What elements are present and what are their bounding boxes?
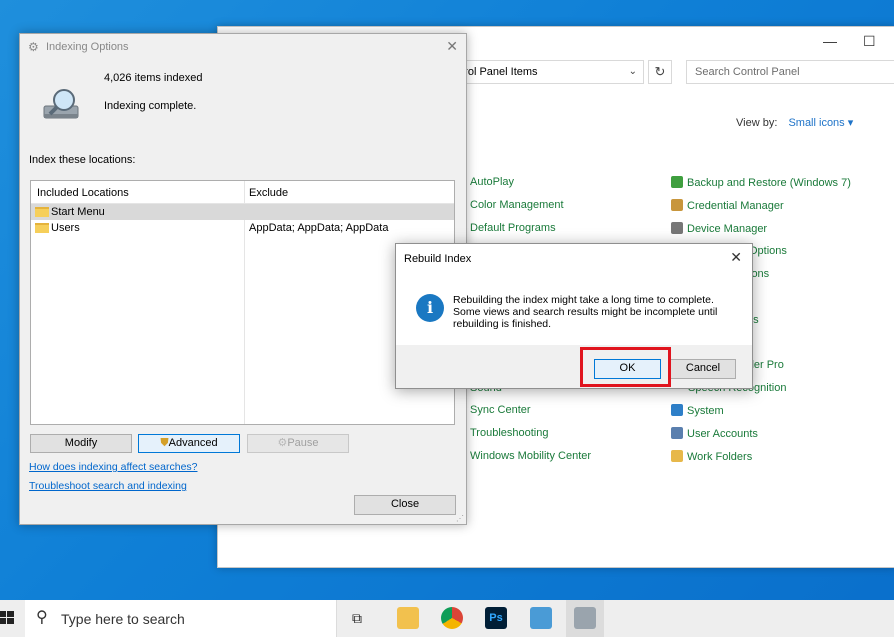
chevron-down-icon[interactable]: ⌄ — [629, 66, 637, 77]
indexing-icon: ⚙ — [28, 40, 39, 54]
control-panel-icon[interactable] — [530, 607, 552, 629]
address-bar[interactable]: ntrol Panel Items ⌄ — [448, 60, 644, 84]
view-by: View by: Small icons ▾ — [736, 116, 853, 129]
taskbar-search-box[interactable]: ⚲ Type here to search — [25, 600, 337, 637]
column-header-exclude[interactable]: Exclude — [249, 187, 288, 199]
pause-label: Pause — [287, 437, 319, 449]
advanced-button[interactable]: ⛊Advanced — [138, 434, 240, 453]
cp-item-options-partial[interactable]: Options — [749, 245, 787, 257]
dialog-title: Indexing Options — [46, 41, 129, 53]
message-line: rebuilding is finished. — [453, 318, 552, 330]
cp-item-work-folders[interactable]: Work Folders — [671, 450, 752, 463]
pause-button[interactable]: ⚙Pause — [247, 434, 349, 453]
view-by-value: Small icons — [788, 117, 845, 129]
rebuild-message: Rebuilding the index might take a long t… — [453, 294, 743, 330]
indexing-options-taskbar-icon[interactable] — [574, 607, 596, 629]
windows-start-icon[interactable] — [0, 610, 14, 626]
items-indexed: 4,026 items indexed — [104, 72, 203, 84]
column-header-included[interactable]: Included Locations — [37, 187, 129, 199]
cp-item-label: Backup and Restore (Windows 7) — [687, 177, 851, 189]
advanced-label: Advanced — [168, 437, 218, 449]
view-by-dropdown[interactable]: Small icons ▾ — [788, 117, 853, 129]
cp-item-windows-mobility-center[interactable]: Windows Mobility Center — [470, 450, 591, 462]
pause-icon: ⚙ — [277, 437, 288, 449]
file-explorer-icon[interactable] — [397, 607, 419, 629]
rebuild-index-dialog: Rebuild Index ✕ i Rebuilding the index m… — [395, 243, 753, 389]
close-icon[interactable]: ✕ — [446, 38, 458, 55]
minimize-icon[interactable]: — — [823, 33, 837, 49]
refresh-icon[interactable]: ↻ — [648, 60, 672, 84]
cp-item-troubleshooting[interactable]: Troubleshooting — [470, 427, 548, 439]
indexing-help-link[interactable]: How does indexing affect searches? — [29, 461, 198, 473]
device-manager-icon — [671, 222, 683, 234]
folder-icon — [35, 207, 49, 217]
system-icon — [671, 404, 683, 416]
cp-item-label: User Accounts — [687, 428, 758, 440]
location-label: Start Menu — [51, 206, 105, 218]
search-icon: ⚲ — [36, 609, 48, 626]
cp-item-ller-pro-partial[interactable]: ller Pro — [749, 359, 784, 371]
locations-list[interactable]: Included Locations Exclude Start Menu Us… — [30, 180, 455, 425]
maximize-icon[interactable]: ☐ — [863, 33, 876, 50]
cp-item-default-programs[interactable]: Default Programs — [470, 222, 556, 234]
user-accounts-icon — [671, 427, 683, 439]
cp-item-label: Credential Manager — [687, 200, 784, 212]
list-header: Included Locations Exclude — [31, 181, 454, 204]
location-cell: Start Menu — [35, 206, 105, 218]
message-line: Rebuilding the index might take a long t… — [453, 294, 714, 306]
resize-grip-icon[interactable]: ⋰ — [456, 514, 464, 523]
list-item[interactable]: Users AppData; AppData; AppData — [31, 220, 454, 236]
cp-item-sync-center[interactable]: Sync Center — [470, 404, 531, 416]
search-placeholder: Search Control Panel — [695, 66, 800, 78]
folder-icon — [35, 223, 49, 233]
dialog-footer: OK Cancel — [396, 345, 752, 388]
credential-icon — [671, 199, 683, 211]
cp-item-label: Work Folders — [687, 451, 753, 463]
troubleshoot-link[interactable]: Troubleshoot search and indexing — [29, 480, 187, 492]
close-icon[interactable]: ✕ — [730, 249, 742, 266]
task-view-icon[interactable]: ⧉ — [352, 610, 362, 627]
taskbar-search-placeholder: Type here to search — [61, 611, 185, 627]
shield-icon: ⛊ — [160, 437, 169, 449]
location-label: Users — [51, 222, 80, 234]
close-button[interactable]: Close — [354, 495, 456, 515]
cp-item-color-management[interactable]: Color Management — [470, 199, 564, 211]
search-control-panel-input[interactable]: Search Control Panel — [686, 60, 894, 84]
list-item[interactable]: Start Menu — [31, 204, 454, 220]
address-text: ntrol Panel Items — [455, 66, 538, 78]
cp-item-credential-manager[interactable]: Credential Manager — [671, 199, 784, 212]
backup-icon — [671, 176, 683, 188]
chrome-icon[interactable] — [441, 607, 463, 629]
ok-highlight-box — [580, 347, 671, 387]
info-icon: i — [416, 294, 444, 322]
photoshop-icon[interactable]: Ps — [485, 607, 507, 629]
cp-item-user-accounts[interactable]: User Accounts — [671, 427, 758, 440]
message-line: Some views and search results might be i… — [453, 306, 718, 318]
exclude-cell: AppData; AppData; AppData — [249, 222, 389, 234]
cp-item-label: Device Manager — [687, 223, 768, 235]
view-by-label: View by: — [736, 117, 778, 129]
cp-item-backup-restore[interactable]: Backup and Restore (Windows 7) — [671, 176, 851, 189]
index-status: Indexing complete. — [104, 100, 197, 112]
dialog-title: Rebuild Index — [404, 253, 472, 265]
location-cell: Users — [35, 222, 80, 234]
indexing-magnifier-icon — [40, 86, 84, 124]
locations-label: Index these locations: — [29, 154, 136, 166]
modify-button[interactable]: Modify — [30, 434, 132, 453]
cp-item-label: System — [687, 405, 724, 417]
work-folders-icon — [671, 450, 683, 462]
cp-item-system[interactable]: System — [671, 404, 724, 417]
cancel-button[interactable]: Cancel — [670, 359, 736, 379]
cp-item-autoplay[interactable]: AutoPlay — [470, 176, 514, 188]
cp-item-device-manager[interactable]: Device Manager — [671, 222, 767, 235]
taskbar: ⚲ Type here to search ⧉ Ps — [0, 600, 894, 637]
